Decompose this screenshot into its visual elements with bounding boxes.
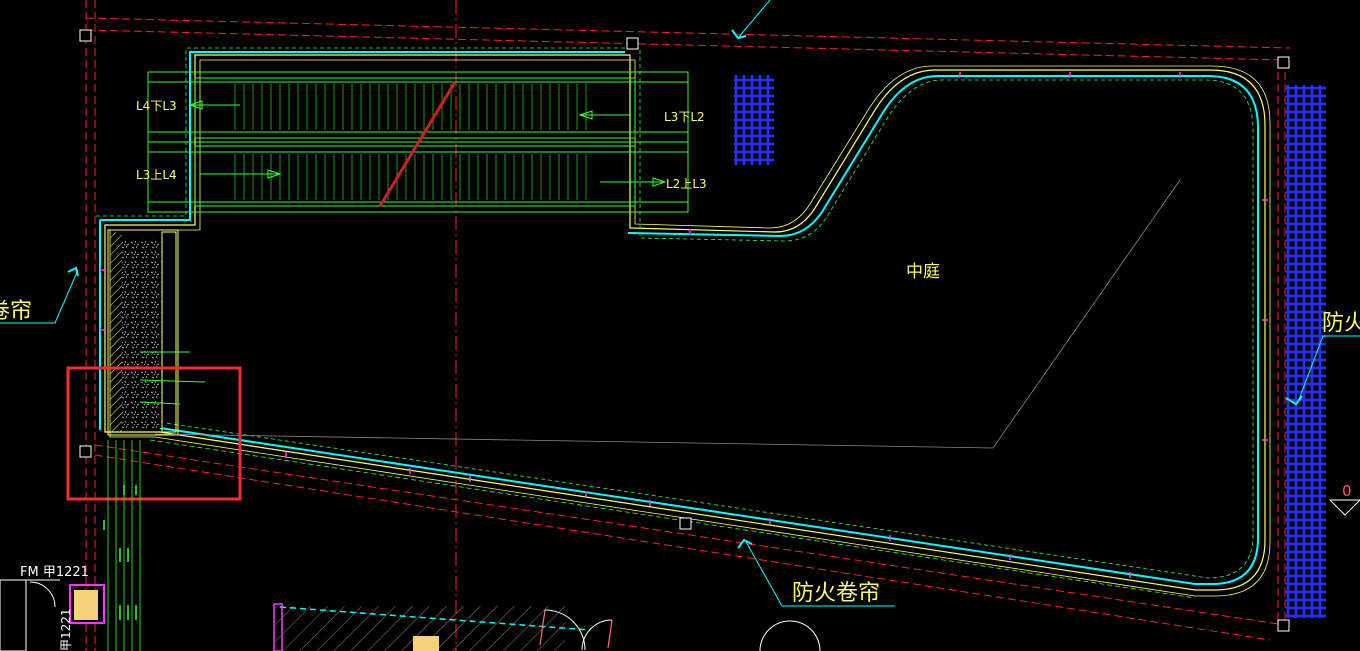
- escalator-arrows: [188, 100, 667, 187]
- label-escalator-l4-l3: L4下L3: [136, 99, 177, 113]
- bottom-doors: [544, 609, 821, 651]
- elevation-symbol: [1328, 499, 1360, 516]
- shaft-side: [161, 231, 177, 433]
- small-green-text-ticks: [103, 485, 137, 620]
- cad-drawing-canvas[interactable]: L4下L3 L3下L2 L3上L4 L2上L3 中庭 防火卷帘 卷帘 防火 FM…: [0, 0, 1360, 651]
- atrium-outline-inner: [109, 59, 1271, 597]
- blue-grid-top: [734, 75, 774, 165]
- magenta-ticks: [100, 72, 1268, 578]
- door-fill: [74, 590, 98, 620]
- label-escalator-l2-l3: L2上L3: [666, 177, 707, 191]
- section-cut-line: [378, 81, 457, 207]
- label-atrium: 中庭: [906, 262, 940, 282]
- atrium-green-dashed: [96, 47, 1254, 579]
- label-escalator-l3-l4: L3上L4: [136, 168, 177, 182]
- shaft-fill: [122, 238, 162, 428]
- label-door-tag: FM 甲1221: [20, 565, 89, 580]
- shaft-hatch: [110, 232, 122, 432]
- label-elevation-mark: 0: [1342, 482, 1352, 500]
- blue-grid-right: [1286, 85, 1326, 618]
- vertical-green-lines: [107, 440, 141, 651]
- label-fire-curtain-left: 卷帘: [0, 299, 32, 324]
- atrium-outline: [104, 54, 1266, 591]
- label-door-tag-vertical: 甲1221: [59, 608, 73, 651]
- label-fire-curtain-bottom: 防火卷帘: [792, 581, 880, 606]
- bottom-edge-line: [149, 439, 1196, 599]
- callout-lines: [0, 0, 1360, 607]
- bottom-yellow-block: [413, 636, 439, 651]
- atrium-guide: [154, 179, 1181, 449]
- bottom-left-structure: [0, 579, 60, 651]
- label-escalator-l3-l2: L3下L2: [664, 110, 705, 124]
- label-fire-curtain-right: 防火: [1322, 311, 1360, 336]
